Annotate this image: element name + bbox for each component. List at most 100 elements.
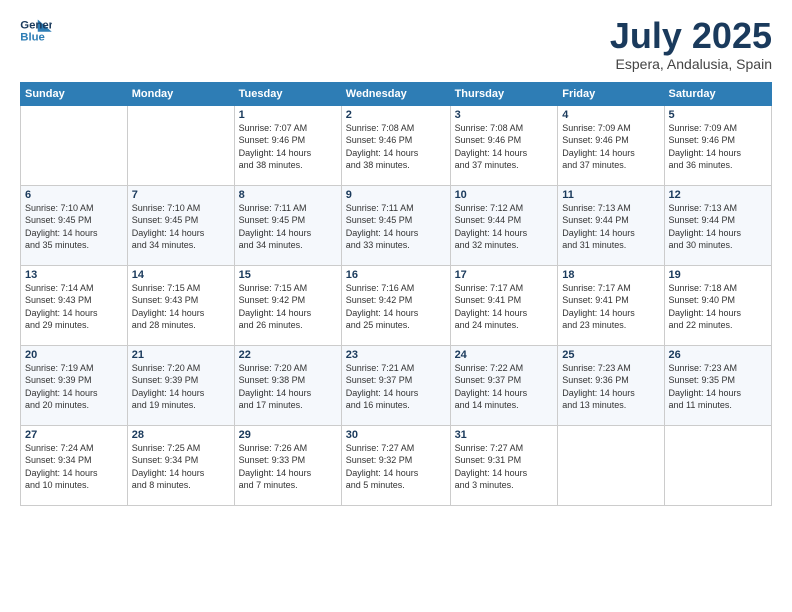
title-block: July 2025 Espera, Andalusia, Spain [610, 16, 772, 72]
day-info: Sunrise: 7:23 AM Sunset: 9:36 PM Dayligh… [562, 362, 659, 412]
day-info: Sunrise: 7:15 AM Sunset: 9:42 PM Dayligh… [239, 282, 337, 332]
calendar-day-cell [127, 105, 234, 185]
calendar-day-cell: 12Sunrise: 7:13 AM Sunset: 9:44 PM Dayli… [664, 185, 771, 265]
logo-icon: General Blue [20, 16, 52, 44]
calendar-day-cell: 23Sunrise: 7:21 AM Sunset: 9:37 PM Dayli… [341, 345, 450, 425]
calendar-day-cell: 20Sunrise: 7:19 AM Sunset: 9:39 PM Dayli… [21, 345, 128, 425]
calendar-table: SundayMondayTuesdayWednesdayThursdayFrid… [20, 82, 772, 506]
calendar-day-cell: 10Sunrise: 7:12 AM Sunset: 9:44 PM Dayli… [450, 185, 558, 265]
day-info: Sunrise: 7:13 AM Sunset: 9:44 PM Dayligh… [669, 202, 767, 252]
day-info: Sunrise: 7:17 AM Sunset: 9:41 PM Dayligh… [562, 282, 659, 332]
day-number: 24 [455, 349, 554, 361]
day-number: 2 [346, 109, 446, 121]
calendar-week-row: 27Sunrise: 7:24 AM Sunset: 9:34 PM Dayli… [21, 425, 772, 505]
calendar-day-cell: 18Sunrise: 7:17 AM Sunset: 9:41 PM Dayli… [558, 265, 664, 345]
day-info: Sunrise: 7:08 AM Sunset: 9:46 PM Dayligh… [455, 122, 554, 172]
day-info: Sunrise: 7:16 AM Sunset: 9:42 PM Dayligh… [346, 282, 446, 332]
calendar-day-cell: 22Sunrise: 7:20 AM Sunset: 9:38 PM Dayli… [234, 345, 341, 425]
day-number: 22 [239, 349, 337, 361]
calendar-day-cell: 5Sunrise: 7:09 AM Sunset: 9:46 PM Daylig… [664, 105, 771, 185]
day-number: 10 [455, 189, 554, 201]
calendar-day-cell: 15Sunrise: 7:15 AM Sunset: 9:42 PM Dayli… [234, 265, 341, 345]
calendar-day-cell [664, 425, 771, 505]
calendar-week-row: 6Sunrise: 7:10 AM Sunset: 9:45 PM Daylig… [21, 185, 772, 265]
calendar-day-cell [558, 425, 664, 505]
calendar-day-cell: 25Sunrise: 7:23 AM Sunset: 9:36 PM Dayli… [558, 345, 664, 425]
calendar-day-cell: 6Sunrise: 7:10 AM Sunset: 9:45 PM Daylig… [21, 185, 128, 265]
header: General Blue July 2025 Espera, Andalusia… [20, 16, 772, 72]
weekday-header-row: SundayMondayTuesdayWednesdayThursdayFrid… [21, 82, 772, 105]
day-number: 25 [562, 349, 659, 361]
day-info: Sunrise: 7:27 AM Sunset: 9:32 PM Dayligh… [346, 442, 446, 492]
day-info: Sunrise: 7:22 AM Sunset: 9:37 PM Dayligh… [455, 362, 554, 412]
calendar-day-cell: 21Sunrise: 7:20 AM Sunset: 9:39 PM Dayli… [127, 345, 234, 425]
svg-text:General: General [20, 19, 52, 31]
calendar-day-cell: 7Sunrise: 7:10 AM Sunset: 9:45 PM Daylig… [127, 185, 234, 265]
calendar-day-cell: 27Sunrise: 7:24 AM Sunset: 9:34 PM Dayli… [21, 425, 128, 505]
day-number: 6 [25, 189, 123, 201]
calendar-day-cell: 30Sunrise: 7:27 AM Sunset: 9:32 PM Dayli… [341, 425, 450, 505]
day-info: Sunrise: 7:14 AM Sunset: 9:43 PM Dayligh… [25, 282, 123, 332]
day-info: Sunrise: 7:24 AM Sunset: 9:34 PM Dayligh… [25, 442, 123, 492]
day-info: Sunrise: 7:21 AM Sunset: 9:37 PM Dayligh… [346, 362, 446, 412]
calendar-day-cell: 8Sunrise: 7:11 AM Sunset: 9:45 PM Daylig… [234, 185, 341, 265]
day-number: 13 [25, 269, 123, 281]
day-number: 11 [562, 189, 659, 201]
weekday-header-cell: Saturday [664, 82, 771, 105]
day-info: Sunrise: 7:13 AM Sunset: 9:44 PM Dayligh… [562, 202, 659, 252]
weekday-header-cell: Thursday [450, 82, 558, 105]
page: General Blue July 2025 Espera, Andalusia… [0, 0, 792, 612]
day-number: 29 [239, 429, 337, 441]
calendar-body: 1Sunrise: 7:07 AM Sunset: 9:46 PM Daylig… [21, 105, 772, 505]
day-info: Sunrise: 7:27 AM Sunset: 9:31 PM Dayligh… [455, 442, 554, 492]
weekday-header-cell: Tuesday [234, 82, 341, 105]
day-number: 8 [239, 189, 337, 201]
calendar-week-row: 20Sunrise: 7:19 AM Sunset: 9:39 PM Dayli… [21, 345, 772, 425]
day-number: 21 [132, 349, 230, 361]
calendar-week-row: 13Sunrise: 7:14 AM Sunset: 9:43 PM Dayli… [21, 265, 772, 345]
day-info: Sunrise: 7:12 AM Sunset: 9:44 PM Dayligh… [455, 202, 554, 252]
calendar-day-cell: 16Sunrise: 7:16 AM Sunset: 9:42 PM Dayli… [341, 265, 450, 345]
calendar-day-cell: 14Sunrise: 7:15 AM Sunset: 9:43 PM Dayli… [127, 265, 234, 345]
calendar-day-cell [21, 105, 128, 185]
day-number: 17 [455, 269, 554, 281]
calendar-day-cell: 2Sunrise: 7:08 AM Sunset: 9:46 PM Daylig… [341, 105, 450, 185]
calendar-day-cell: 4Sunrise: 7:09 AM Sunset: 9:46 PM Daylig… [558, 105, 664, 185]
day-info: Sunrise: 7:11 AM Sunset: 9:45 PM Dayligh… [346, 202, 446, 252]
weekday-header-cell: Monday [127, 82, 234, 105]
day-number: 27 [25, 429, 123, 441]
day-info: Sunrise: 7:25 AM Sunset: 9:34 PM Dayligh… [132, 442, 230, 492]
day-number: 19 [669, 269, 767, 281]
calendar-week-row: 1Sunrise: 7:07 AM Sunset: 9:46 PM Daylig… [21, 105, 772, 185]
day-info: Sunrise: 7:20 AM Sunset: 9:39 PM Dayligh… [132, 362, 230, 412]
day-number: 26 [669, 349, 767, 361]
calendar-day-cell: 3Sunrise: 7:08 AM Sunset: 9:46 PM Daylig… [450, 105, 558, 185]
calendar-day-cell: 13Sunrise: 7:14 AM Sunset: 9:43 PM Dayli… [21, 265, 128, 345]
day-info: Sunrise: 7:10 AM Sunset: 9:45 PM Dayligh… [25, 202, 123, 252]
day-info: Sunrise: 7:19 AM Sunset: 9:39 PM Dayligh… [25, 362, 123, 412]
day-number: 3 [455, 109, 554, 121]
day-info: Sunrise: 7:20 AM Sunset: 9:38 PM Dayligh… [239, 362, 337, 412]
calendar-day-cell: 9Sunrise: 7:11 AM Sunset: 9:45 PM Daylig… [341, 185, 450, 265]
weekday-header-cell: Friday [558, 82, 664, 105]
day-number: 5 [669, 109, 767, 121]
calendar-header: SundayMondayTuesdayWednesdayThursdayFrid… [21, 82, 772, 105]
day-number: 14 [132, 269, 230, 281]
day-info: Sunrise: 7:08 AM Sunset: 9:46 PM Dayligh… [346, 122, 446, 172]
logo: General Blue [20, 16, 52, 44]
location: Espera, Andalusia, Spain [610, 56, 772, 72]
day-info: Sunrise: 7:15 AM Sunset: 9:43 PM Dayligh… [132, 282, 230, 332]
day-number: 31 [455, 429, 554, 441]
day-info: Sunrise: 7:26 AM Sunset: 9:33 PM Dayligh… [239, 442, 337, 492]
day-number: 20 [25, 349, 123, 361]
calendar-day-cell: 1Sunrise: 7:07 AM Sunset: 9:46 PM Daylig… [234, 105, 341, 185]
day-number: 23 [346, 349, 446, 361]
svg-text:Blue: Blue [20, 32, 45, 44]
day-number: 28 [132, 429, 230, 441]
weekday-header-cell: Sunday [21, 82, 128, 105]
weekday-header-cell: Wednesday [341, 82, 450, 105]
day-number: 4 [562, 109, 659, 121]
day-number: 12 [669, 189, 767, 201]
day-number: 15 [239, 269, 337, 281]
day-number: 1 [239, 109, 337, 121]
